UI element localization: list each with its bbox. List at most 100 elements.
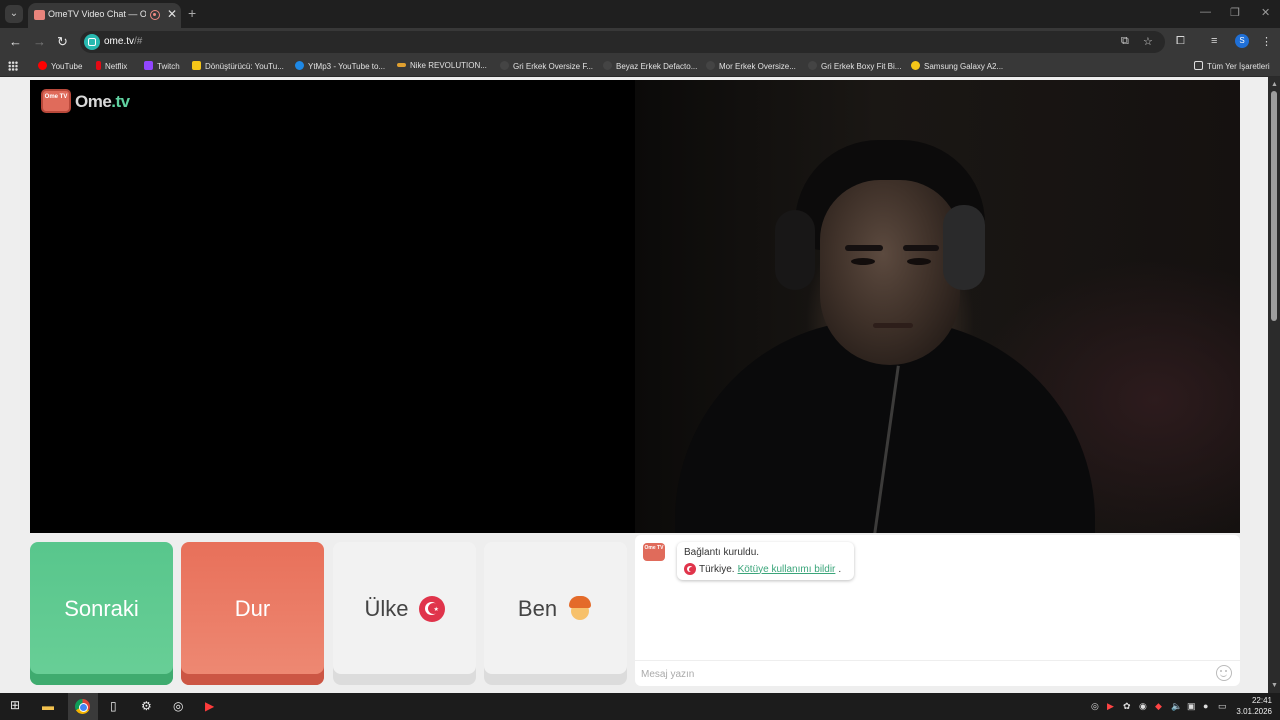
twitch-icon xyxy=(144,61,153,70)
maximize-button[interactable]: ❐ xyxy=(1230,6,1240,19)
bookmark-ytmp3[interactable]: YtMp3 - YouTube to... xyxy=(295,61,385,71)
bookmark-gri-oversize[interactable]: Gri Erkek Oversize F... xyxy=(500,61,593,71)
new-tab-button[interactable]: + xyxy=(188,5,196,21)
bookmark-converter[interactable]: Dönüştürücü: YouTu... xyxy=(192,61,284,71)
bookmark-nike[interactable]: Nike REVOLUTION... xyxy=(397,61,487,70)
settings-gear-icon[interactable]: ⚙ xyxy=(141,699,152,713)
browser-toolbar: ← → ↻ ome.tv/# ⧉ ☆ ⧠ ≡ ⋮ xyxy=(0,28,1280,56)
turkey-flag-icon xyxy=(684,563,696,575)
bookmark-netflix[interactable]: Netflix xyxy=(96,61,127,71)
chrome-taskbar-icon[interactable] xyxy=(75,699,90,714)
eyebrow-shape xyxy=(903,245,939,251)
address-bar[interactable]: ome.tv/# xyxy=(80,31,1165,53)
country-label: Ülke xyxy=(364,595,409,621)
scroll-up-icon[interactable]: ▲ xyxy=(1271,81,1278,88)
back-arrow-icon[interactable]: ← xyxy=(9,34,22,49)
bookmark-label: Netflix xyxy=(105,62,128,71)
chrome-menu-icon[interactable]: ⋮ xyxy=(1261,35,1272,48)
extensions-icon[interactable]: ⧠ xyxy=(1176,35,1185,48)
tray-icon[interactable]: ◎ xyxy=(1091,701,1099,712)
minimize-button[interactable]: — xyxy=(1200,6,1211,18)
bookmark-label: YtMp3 - YouTube to... xyxy=(308,62,386,71)
bookmark-youtube[interactable]: YouTube xyxy=(38,61,82,71)
system-message: Bağlantı kuruldu. Türkiye. Kötüye kullan… xyxy=(677,542,854,580)
ytmp3-icon xyxy=(295,61,304,70)
ometv-tv-icon: Ome TV xyxy=(41,89,71,113)
turkey-flag-icon: ★ xyxy=(418,595,445,622)
windows-start-icon[interactable]: ⊞ xyxy=(10,698,20,712)
boy-emoji-icon xyxy=(567,595,593,622)
report-abuse-link[interactable]: Kötüye kullanımı bildir xyxy=(738,564,836,575)
site-info-icon[interactable] xyxy=(84,34,100,50)
media-control-icon[interactable]: ≡ xyxy=(1211,35,1217,47)
forward-arrow-icon[interactable]: → xyxy=(33,34,46,49)
tray-youtube-icon[interactable]: ▶ xyxy=(1107,701,1114,712)
shop-icon xyxy=(603,61,612,70)
profile-avatar[interactable]: S xyxy=(1235,34,1249,48)
browser-tab-active[interactable]: OmeTV Video Chat — Ome ✕ xyxy=(28,3,181,28)
face-shape xyxy=(820,180,960,365)
taskbar-clock[interactable]: 22:41 3.01.2026 xyxy=(1234,695,1272,717)
bookmarks-bar: YouTube Netflix Twitch Dönüştürücü: YouT… xyxy=(0,56,1280,77)
message-input[interactable] xyxy=(641,666,1201,682)
converter-icon xyxy=(192,61,201,70)
ometv-favicon-icon xyxy=(34,10,45,20)
bookmark-samsung[interactable]: Samsung Galaxy A2... xyxy=(911,61,1003,71)
reload-icon[interactable]: ↻ xyxy=(57,34,68,50)
obs-icon[interactable]: ◎ xyxy=(173,699,183,713)
all-bookmarks-folder[interactable]: Tüm Yer İşaretleri xyxy=(1194,61,1270,71)
bookmark-star-icon[interactable]: ☆ xyxy=(1143,35,1153,48)
eyebrow-shape xyxy=(845,245,883,251)
me-gender-button[interactable]: Ben xyxy=(484,542,627,685)
bookmark-label: Twitch xyxy=(157,62,180,71)
tab-title: OmeTV Video Chat — Ome xyxy=(48,9,146,19)
partner-country: Türkiye. xyxy=(699,563,735,575)
bookmark-beyaz-defacto[interactable]: Beyaz Erkek Defacto... xyxy=(603,61,697,71)
steam-tray-icon[interactable]: ◉ xyxy=(1139,701,1147,712)
stop-button[interactable]: Dur xyxy=(181,542,324,685)
tray-icon[interactable]: ◆ xyxy=(1155,701,1162,712)
page-scrollbar[interactable]: ▲ ▼ xyxy=(1268,77,1280,693)
logo-word-suffix: .tv xyxy=(111,92,130,111)
bookmark-mor-oversize[interactable]: Mor Erkek Oversize... xyxy=(706,61,796,71)
emoji-picker-icon[interactable] xyxy=(1216,665,1232,681)
scroll-down-icon[interactable]: ▼ xyxy=(1271,682,1278,689)
next-button[interactable]: Sonraki xyxy=(30,542,173,685)
url-path: /# xyxy=(134,36,143,47)
microphone-icon[interactable]: ● xyxy=(1203,701,1208,711)
report-suffix: . xyxy=(838,563,842,575)
flo-icon xyxy=(397,63,406,67)
remote-camera-feed xyxy=(635,80,1240,533)
bookmark-label: Samsung Galaxy A2... xyxy=(924,62,1004,71)
tray-icon[interactable]: ▣ xyxy=(1187,701,1196,712)
scrollbar-thumb[interactable] xyxy=(1271,91,1277,321)
bookmark-label: Gri Erkek Oversize F... xyxy=(513,62,594,71)
bookmark-label: Dönüştürücü: YouTu... xyxy=(205,62,284,71)
connection-message: Bağlantı kuruldu. xyxy=(684,547,760,558)
bookmark-label: Beyaz Erkek Defacto... xyxy=(616,62,698,71)
bookmark-label: Gri Erkek Boxy Fit Bi... xyxy=(821,62,902,71)
windows-taskbar: ⊞ ▬ ▯ ⚙ ◎ ▶ ◎ ▶ ✿ ◉ ◆ 🔈 ▣ ● ▭ 22:41 3.01… xyxy=(0,693,1280,720)
file-explorer-icon[interactable]: ▬ xyxy=(42,699,54,713)
apps-grid-icon[interactable] xyxy=(8,61,18,71)
next-label: Sonraki xyxy=(64,595,139,621)
bookmark-gri-boxy[interactable]: Gri Erkek Boxy Fit Bi... xyxy=(808,61,901,71)
close-window-button[interactable]: ✕ xyxy=(1261,6,1270,19)
youtube-app-icon[interactable]: ▶ xyxy=(205,699,214,713)
me-label: Ben xyxy=(517,595,558,621)
bookmark-twitch[interactable]: Twitch xyxy=(144,61,180,71)
bookmark-label: YouTube xyxy=(51,62,83,71)
bookmark-label: Nike REVOLUTION... xyxy=(410,61,487,70)
network-icon[interactable]: ▭ xyxy=(1218,701,1227,712)
tray-icon[interactable]: ✿ xyxy=(1123,701,1131,712)
install-app-icon[interactable]: ⧉ xyxy=(1121,35,1129,48)
tab-search-button[interactable]: ⌄ xyxy=(5,5,23,23)
shop-icon xyxy=(808,61,817,70)
url-host: ome.tv xyxy=(104,36,135,47)
volume-icon[interactable]: 🔈 xyxy=(1171,701,1182,712)
document-icon[interactable]: ▯ xyxy=(110,699,117,713)
tab-close-button[interactable]: ✕ xyxy=(167,7,177,21)
bookmark-label: Tüm Yer İşaretleri xyxy=(1207,62,1270,71)
country-button[interactable]: Ülke ★ xyxy=(333,542,476,685)
clock-date: 3.01.2026 xyxy=(1236,707,1272,716)
